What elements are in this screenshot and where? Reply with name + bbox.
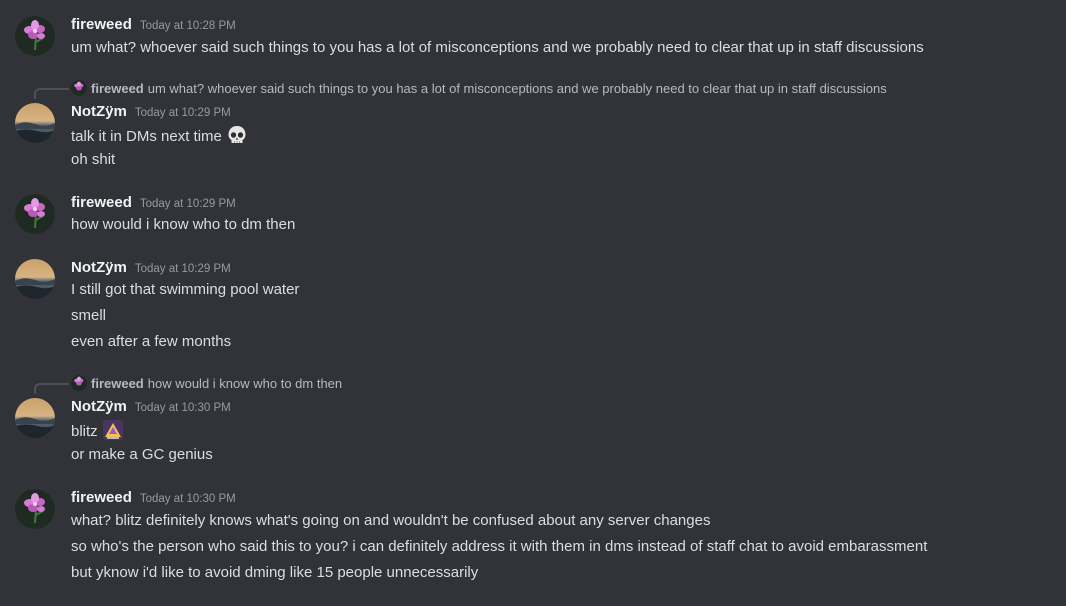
- message-text: how would i know who to dm then: [71, 216, 296, 233]
- avatar-notzym[interactable]: [15, 103, 55, 143]
- reply-username[interactable]: fireweed: [91, 376, 144, 391]
- timestamp: Today at 10:30 PM: [134, 402, 231, 414]
- reply-preview[interactable]: fireweed how would i know who to dm then: [71, 375, 342, 391]
- avatar-notzym[interactable]: [15, 259, 55, 299]
- username[interactable]: fireweed: [71, 194, 132, 211]
- message-text: smell: [71, 307, 107, 324]
- message-text-row: blitz: [71, 419, 124, 447]
- reply-avatar-fireweed: [71, 80, 87, 96]
- fireweed-flower-icon: [15, 194, 55, 234]
- message-text: so who's the person who said this to you…: [71, 538, 928, 555]
- fireweed-flower-icon: [15, 16, 55, 56]
- reply-avatar-fireweed: [71, 375, 87, 391]
- message-text: talk it in DMs next time: [71, 128, 222, 145]
- fireweed-flower-icon: [71, 375, 87, 391]
- reply-text[interactable]: um what? whoever said such things to you…: [148, 81, 887, 96]
- message-text: even after a few months: [71, 333, 232, 350]
- reply-spine: [34, 383, 69, 394]
- timestamp: Today at 10:30 PM: [139, 493, 236, 505]
- reply-preview[interactable]: fireweed um what? whoever said such thin…: [71, 80, 887, 96]
- avatar-fireweed[interactable]: [15, 194, 55, 234]
- reply-username[interactable]: fireweed: [91, 81, 144, 96]
- custom-emoji-icon[interactable]: [102, 419, 124, 447]
- sunset-landscape-icon: [15, 259, 55, 299]
- avatar-fireweed[interactable]: [15, 16, 55, 56]
- fireweed-flower-icon: [15, 489, 55, 529]
- timestamp: Today at 10:29 PM: [134, 263, 231, 275]
- skull-emoji-icon[interactable]: [226, 124, 248, 152]
- timestamp: Today at 10:29 PM: [139, 198, 236, 210]
- message-text: but yknow i'd like to avoid dming like 1…: [71, 564, 479, 581]
- avatar-fireweed[interactable]: [15, 489, 55, 529]
- message-text: I still got that swimming pool water: [71, 281, 300, 298]
- message-text: what? blitz definitely knows what's goin…: [71, 512, 711, 529]
- message-text: oh shit: [71, 151, 116, 168]
- chat-message-list: fireweed Today at 10:28 PM um what? whoe…: [0, 0, 1066, 606]
- username[interactable]: NotZÿm: [71, 103, 127, 120]
- message-text: blitz: [71, 423, 98, 440]
- timestamp: Today at 10:29 PM: [134, 107, 231, 119]
- username[interactable]: NotZÿm: [71, 398, 127, 415]
- sunset-landscape-icon: [15, 398, 55, 438]
- message-text-row: talk it in DMs next time: [71, 124, 248, 152]
- message-text: or make a GC genius: [71, 446, 213, 463]
- timestamp: Today at 10:28 PM: [139, 20, 236, 32]
- avatar-notzym[interactable]: [15, 398, 55, 438]
- sunset-landscape-icon: [15, 103, 55, 143]
- message-text: um what? whoever said such things to you…: [71, 39, 924, 56]
- username[interactable]: fireweed: [71, 489, 132, 506]
- fireweed-flower-icon: [71, 80, 87, 96]
- reply-text[interactable]: how would i know who to dm then: [148, 376, 342, 391]
- reply-spine: [34, 88, 69, 99]
- username[interactable]: NotZÿm: [71, 259, 127, 276]
- username[interactable]: fireweed: [71, 16, 132, 33]
